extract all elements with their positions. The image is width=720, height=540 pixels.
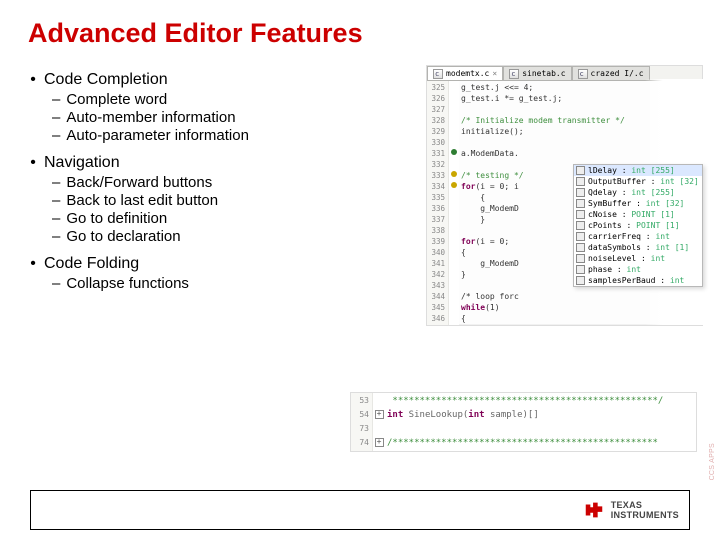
slide-title: Advanced Editor Features (28, 18, 692, 49)
fold-toggle-icon[interactable]: + (375, 438, 384, 447)
field-icon (576, 199, 585, 208)
intellisense-item[interactable]: cPoints : POINT [1] (574, 220, 702, 231)
side-watermark: CCS APPS (709, 443, 716, 480)
intellisense-item[interactable]: lDelay : int [255] (574, 165, 702, 176)
field-icon (576, 188, 585, 197)
field-icon (576, 265, 585, 274)
field-icon (576, 243, 585, 252)
intellisense-item[interactable]: cNoise : POINT [1] (574, 209, 702, 220)
editor-tab[interactable]: crazed I/.c (572, 66, 650, 80)
field-icon (576, 166, 585, 175)
intellisense-item[interactable]: carrierFreq : int (574, 231, 702, 242)
field-icon (576, 276, 585, 285)
close-icon[interactable]: × (492, 68, 497, 79)
field-icon (576, 254, 585, 263)
code-completion-screenshot: modemtx.c × sinetab.c crazed I/.c 325326… (426, 65, 703, 326)
intellisense-item[interactable]: dataSymbols : int [1] (574, 242, 702, 253)
field-icon (576, 177, 585, 186)
intellisense-item[interactable]: SymBuffer : int [32] (574, 198, 702, 209)
bullet-code-completion: •Code Completion –Complete word –Auto-me… (28, 71, 408, 144)
intellisense-item[interactable]: noiseLevel : int (574, 253, 702, 264)
ti-chip-icon (583, 499, 605, 521)
intellisense-item[interactable]: samplesPerBaud : int (574, 275, 702, 286)
field-icon (576, 232, 585, 241)
editor-tab[interactable]: sinetab.c (503, 66, 571, 80)
intellisense-popup[interactable]: lDelay : int [255]OutputBuffer : int [32… (573, 164, 703, 287)
ti-logo: TEXAS INSTRUMENTS (583, 499, 679, 521)
fold-toggle-icon[interactable]: + (375, 410, 384, 419)
bullet-code-folding: •Code Folding –Collapse functions (28, 255, 408, 292)
intellisense-item[interactable]: Qdelay : int [255] (574, 187, 702, 198)
editor-tab[interactable]: modemtx.c × (427, 66, 503, 80)
footer-bar: TEXAS INSTRUMENTS (30, 490, 690, 530)
c-file-icon (509, 69, 519, 79)
line-number-gutter: 3253263273283293303313323333343353363373… (427, 81, 449, 325)
intellisense-item[interactable]: OutputBuffer : int [32] (574, 176, 702, 187)
bullet-column: •Code Completion –Complete word –Auto-me… (28, 65, 408, 326)
field-icon (576, 210, 585, 219)
bullet-navigation: •Navigation –Back/Forward buttons –Back … (28, 154, 408, 245)
c-file-icon (578, 69, 588, 79)
fold-gutter[interactable]: ++ (373, 393, 385, 451)
intellisense-item[interactable]: phase : int (574, 264, 702, 275)
field-icon (576, 221, 585, 230)
code-folding-screenshot: 53547374 ++ ****************************… (350, 392, 697, 452)
c-file-icon (433, 69, 443, 79)
marker-gutter (449, 81, 459, 325)
